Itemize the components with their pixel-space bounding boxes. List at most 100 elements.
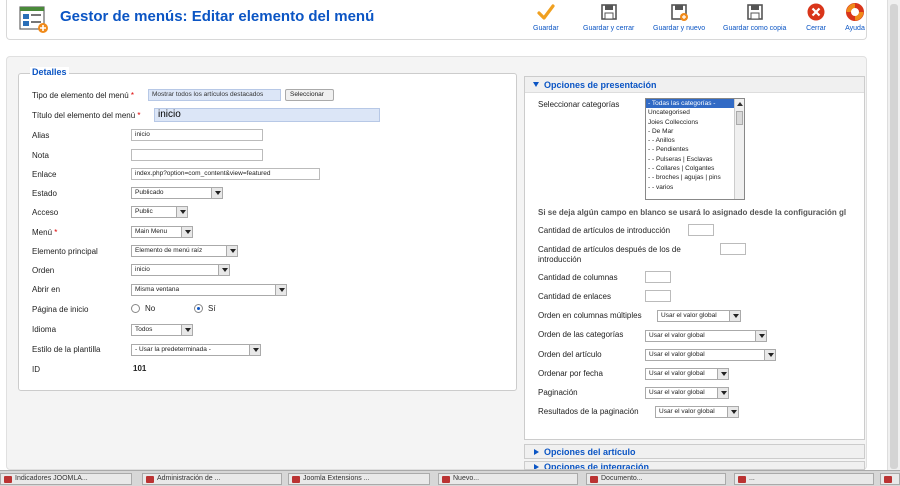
- article-order-label: Orden del artículo: [538, 350, 602, 359]
- after-intro-label: Cantidad de artículos después de los de: [538, 245, 681, 254]
- taskbar-item[interactable]: Documento...: [586, 473, 726, 485]
- chevron-down-icon: [176, 207, 187, 217]
- date-order-select[interactable]: Usar el valor global: [645, 368, 729, 380]
- row-note: Nota: [32, 148, 132, 162]
- listbox-scrollbar[interactable]: [734, 99, 744, 199]
- title-input[interactable]: inicio: [154, 108, 380, 122]
- row-link: Enlace: [32, 167, 132, 181]
- intro-count-label: Cantidad de artículos de introducción: [538, 226, 671, 235]
- list-item[interactable]: - - Pendientes: [646, 145, 744, 154]
- row-menu: Menú *: [32, 225, 132, 239]
- language-select[interactable]: Todos: [131, 324, 193, 336]
- columns-label: Cantidad de columnas: [538, 273, 618, 282]
- list-item[interactable]: - De Mar: [646, 127, 744, 136]
- list-item[interactable]: - - broches | agujas | pins: [646, 173, 744, 182]
- chevron-down-icon: [533, 82, 539, 87]
- home-no-label: No: [145, 304, 156, 313]
- article-order-select[interactable]: Usar el valor global: [645, 349, 776, 361]
- list-item[interactable]: - - Anillos: [646, 136, 744, 145]
- id-value: 101: [133, 364, 147, 373]
- cat-order-select[interactable]: Usar el valor global: [645, 330, 767, 342]
- alias-input[interactable]: inicio: [131, 129, 263, 141]
- row-alias: Alias: [32, 128, 132, 142]
- row-status: Estado: [32, 186, 132, 200]
- pagination-select[interactable]: Usar el valor global: [645, 387, 729, 399]
- link-input[interactable]: index.php?option=com_content&view=featur…: [131, 168, 320, 180]
- status-select[interactable]: Publicado: [131, 187, 223, 199]
- alias-label: Alias: [32, 130, 50, 140]
- after-intro-label-2: introducción: [538, 255, 582, 264]
- intro-count-input[interactable]: [688, 224, 714, 236]
- listbox-scroll-thumb[interactable]: [736, 111, 743, 125]
- page-scrollbar[interactable]: [887, 0, 900, 470]
- chevron-down-icon: [275, 285, 286, 295]
- checkmark-icon: [537, 4, 555, 20]
- language-label: Idioma: [32, 324, 57, 334]
- list-item[interactable]: - - Collares | Colgantes: [646, 164, 744, 173]
- save-copy-button[interactable]: Guardar como copia: [723, 2, 786, 32]
- presentation-options-header[interactable]: Opciones de presentación: [525, 77, 864, 93]
- open-in-select[interactable]: Misma ventana: [131, 284, 287, 296]
- row-access: Acceso: [32, 205, 132, 219]
- row-order: Orden: [32, 263, 132, 277]
- menu-select[interactable]: Main Menu: [131, 226, 193, 238]
- help-button[interactable]: Ayuda: [845, 2, 865, 32]
- chevron-down-icon: [729, 311, 740, 321]
- chevron-down-icon: [218, 265, 229, 275]
- taskbar-item[interactable]: Indicadores JOOMLA...: [0, 473, 132, 485]
- columns-input[interactable]: [645, 271, 671, 283]
- links-input[interactable]: [645, 290, 671, 302]
- select-type-button[interactable]: Seleccionar: [285, 89, 334, 101]
- save-button[interactable]: Guardar: [533, 2, 559, 32]
- row-home: Página de inicio: [32, 302, 132, 316]
- home-label: Página de inicio: [32, 304, 89, 314]
- access-label: Acceso: [32, 207, 59, 217]
- menu-manager-icon: [19, 6, 48, 33]
- after-intro-input[interactable]: [720, 243, 746, 255]
- save-close-button[interactable]: Guardar y cerrar: [583, 2, 634, 32]
- chevron-down-icon: [717, 369, 728, 379]
- access-select[interactable]: Public: [131, 206, 188, 218]
- close-icon: [807, 3, 825, 21]
- save-new-button[interactable]: Guardar y nuevo: [653, 2, 705, 32]
- home-no-radio[interactable]: [131, 304, 140, 313]
- close-button[interactable]: Cerrar: [806, 2, 826, 32]
- integration-options-header[interactable]: Opciones de integración: [524, 461, 865, 470]
- taskbar-item[interactable]: Joomla Extensions ...: [288, 473, 430, 485]
- list-item[interactable]: - Todas las categorías -: [646, 99, 744, 109]
- template-style-label: Estilo de la plantilla: [32, 344, 101, 354]
- list-item[interactable]: Joies Colleccions: [646, 118, 744, 127]
- chevron-down-icon: [755, 331, 766, 341]
- template-style-select[interactable]: - Usar la predeterminada -: [131, 344, 261, 356]
- page-scroll-thumb[interactable]: [890, 4, 898, 469]
- multi-col-order-select[interactable]: Usar el valor global: [657, 310, 741, 322]
- taskbar: Indicadores JOOMLA... Administración de …: [0, 470, 900, 486]
- lifebuoy-icon: [846, 3, 864, 21]
- taskbar-item[interactable]: Administración de ...: [142, 473, 282, 485]
- menu-item-type-field: Mostrar todos los artículos destacados: [148, 89, 281, 101]
- chevron-down-icon: [181, 325, 192, 335]
- date-order-label: Ordenar por fecha: [538, 369, 603, 378]
- row-menu-item-type: Tipo de elemento del menú *: [32, 88, 152, 102]
- list-item[interactable]: - - Pulseras | Esclavas: [646, 155, 744, 164]
- taskbar-item[interactable]: Nuevo...: [438, 473, 578, 485]
- list-item[interactable]: Uncategorised: [646, 108, 744, 117]
- parent-select[interactable]: Elemento de menú raíz: [131, 245, 238, 257]
- categories-listbox[interactable]: - Todas las categorías - Uncategorised J…: [645, 98, 745, 200]
- id-label: ID: [32, 364, 40, 374]
- taskbar-item[interactable]: [880, 473, 900, 485]
- chevron-down-icon: [727, 407, 738, 417]
- note-input[interactable]: [131, 149, 263, 161]
- chevron-down-icon: [249, 345, 260, 355]
- article-options-header[interactable]: Opciones del artículo: [524, 444, 865, 459]
- cat-order-label: Orden de las categorías: [538, 330, 624, 339]
- home-yes-label: Sí: [208, 304, 216, 313]
- row-template-style: Estilo de la plantilla: [32, 342, 132, 356]
- pagination-results-select[interactable]: Usar el valor global: [655, 406, 739, 418]
- chevron-down-icon: [717, 388, 728, 398]
- list-item[interactable]: - - varios: [646, 183, 744, 192]
- taskbar-item[interactable]: ...: [734, 473, 874, 485]
- order-select[interactable]: inicio: [131, 264, 230, 276]
- home-yes-radio[interactable]: [194, 304, 203, 313]
- details-legend: Detalles: [30, 67, 69, 77]
